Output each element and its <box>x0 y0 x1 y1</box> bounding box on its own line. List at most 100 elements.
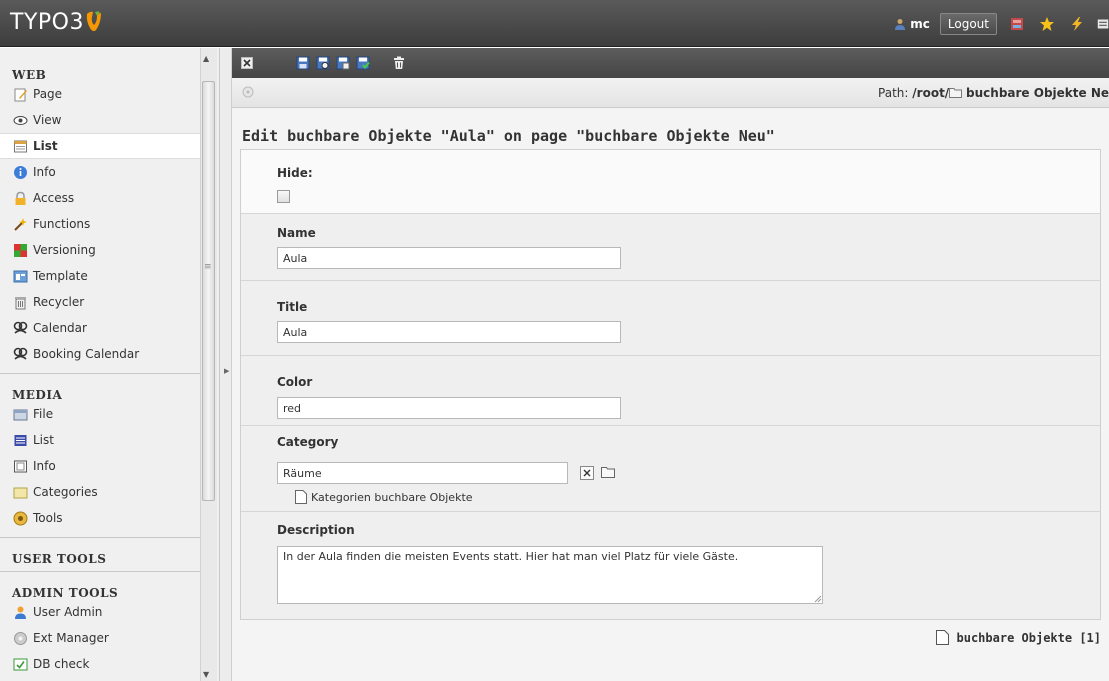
module-file[interactable]: File <box>0 401 200 427</box>
folder-icon <box>949 88 963 98</box>
save-new-icon <box>336 56 350 70</box>
module-versioning[interactable]: Versioning <box>0 237 200 263</box>
user-name: mc <box>910 17 930 31</box>
field-category: Category Kategorien buchbare Objekte <box>241 426 1100 512</box>
path-root[interactable]: /root/ <box>912 86 949 100</box>
module-group-media[interactable]: MEDIA <box>0 374 200 402</box>
file-icon <box>12 406 28 422</box>
name-input[interactable] <box>277 247 621 269</box>
category-input[interactable] <box>277 462 568 484</box>
current-user[interactable]: mc <box>894 17 930 31</box>
save-button[interactable] <box>294 54 312 72</box>
delete-button[interactable] <box>390 54 408 72</box>
save-new-button[interactable] <box>334 54 352 72</box>
record-reference[interactable]: buchbare Objekte [1] <box>935 630 1101 645</box>
module-template[interactable]: Template <box>0 263 200 289</box>
module-group-web[interactable]: WEB <box>0 48 200 82</box>
module-list[interactable]: List <box>0 133 200 159</box>
close-button[interactable] <box>238 54 256 72</box>
star-icon[interactable] <box>1037 14 1057 34</box>
save-close-button[interactable] <box>354 54 372 72</box>
page-icon <box>12 86 28 102</box>
recycler-icon <box>12 294 28 310</box>
edit-content: Edit buchbare Objekte "Aula" on page "bu… <box>232 108 1109 681</box>
bookmarks-icon[interactable] <box>1007 14 1027 34</box>
clear-category-button[interactable] <box>580 466 594 480</box>
module-db-check[interactable]: DB check <box>0 651 200 677</box>
flash-icon[interactable] <box>1067 14 1087 34</box>
menu-icon[interactable] <box>1097 14 1109 34</box>
typo3-logo[interactable]: TYPO3 <box>10 10 84 35</box>
field-description: Description In der Aula finden die meist… <box>241 512 1100 619</box>
module-view[interactable]: View <box>0 107 200 133</box>
user-icon <box>895 19 906 30</box>
browse-folder-icon[interactable] <box>601 466 615 478</box>
close-icon <box>583 469 591 477</box>
category-tree-item[interactable]: Kategorien buchbare Objekte <box>295 490 473 504</box>
edit-form: Hide: Name Title Color Category <box>240 149 1101 620</box>
scroll-grip-icon: ≡ <box>204 262 212 272</box>
list-icon <box>12 138 28 154</box>
color-label: Color <box>277 375 313 389</box>
menu-collapse-handle[interactable] <box>220 48 232 681</box>
versioning-icon <box>12 242 28 258</box>
resize-grip-icon[interactable] <box>812 593 822 603</box>
module-group-admin-tools[interactable]: ADMIN TOOLS <box>0 572 200 600</box>
save-icon <box>296 56 310 70</box>
template-icon <box>12 268 28 284</box>
module-media-info[interactable]: Info <box>0 453 200 479</box>
module-categories[interactable]: Categories <box>0 479 200 505</box>
module-functions[interactable]: Functions <box>0 211 200 237</box>
field-color: Color <box>241 356 1100 426</box>
field-hide: Hide: <box>241 150 1100 214</box>
description-textarea[interactable]: In der Aula finden die meisten Events st… <box>277 546 823 604</box>
field-title: Title <box>241 281 1100 356</box>
categories-icon <box>12 484 28 500</box>
module-booking-calendar[interactable]: Booking Calendar <box>0 341 200 367</box>
hide-checkbox[interactable] <box>277 190 290 203</box>
module-info[interactable]: Info <box>0 159 200 185</box>
path-label: Path: <box>878 86 909 100</box>
module-access[interactable]: Access <box>0 185 200 211</box>
description-label: Description <box>277 523 355 537</box>
typo3-logo-icon <box>86 11 101 32</box>
menu-scrollbar-thumb[interactable] <box>202 81 215 501</box>
path-bar: Path: /root/ buchbare Objekte Ne <box>232 78 1109 108</box>
scroll-up-icon[interactable]: ▲ <box>203 54 209 63</box>
trash-icon <box>394 56 404 69</box>
booking-calendar-icon <box>12 346 28 362</box>
help-icon[interactable] <box>242 86 254 98</box>
module-tools[interactable]: Tools <box>0 505 200 531</box>
module-recycler[interactable]: Recycler <box>0 289 200 315</box>
module-group-user-tools[interactable]: USER TOOLS <box>0 538 200 566</box>
save-view-icon <box>316 56 330 70</box>
logout-button[interactable]: Logout <box>939 13 997 35</box>
wand-icon <box>12 216 28 232</box>
user-admin-icon <box>12 604 28 620</box>
save-view-button[interactable] <box>314 54 332 72</box>
path-page[interactable]: buchbare Objekte Ne <box>966 86 1109 100</box>
category-label: Category <box>277 435 339 449</box>
title-input[interactable] <box>277 321 621 343</box>
page-path: Path: /root/ buchbare Objekte Ne <box>878 86 1109 100</box>
document-icon <box>295 490 307 504</box>
field-name: Name <box>241 214 1100 281</box>
color-input[interactable] <box>277 397 621 419</box>
db-check-icon <box>12 656 28 672</box>
save-close-icon <box>356 56 370 70</box>
module-media-list[interactable]: List <box>0 427 200 453</box>
module-user-admin[interactable]: User Admin <box>0 599 200 625</box>
hide-label: Hide: <box>277 166 313 180</box>
collapse-arrow-icon[interactable]: ▶ <box>224 367 229 375</box>
tools-icon <box>12 510 28 526</box>
calendar-icon <box>12 320 28 336</box>
info-icon <box>12 164 28 180</box>
module-page[interactable]: Page <box>0 81 200 107</box>
doc-toolbar <box>232 48 1109 78</box>
list-icon <box>12 432 28 448</box>
module-calendar[interactable]: Calendar <box>0 315 200 341</box>
title-label: Title <box>277 300 308 314</box>
page-title: Edit buchbare Objekte "Aula" on page "bu… <box>242 127 775 145</box>
module-ext-manager[interactable]: Ext Manager <box>0 625 200 651</box>
scroll-down-icon[interactable]: ▼ <box>203 670 209 679</box>
